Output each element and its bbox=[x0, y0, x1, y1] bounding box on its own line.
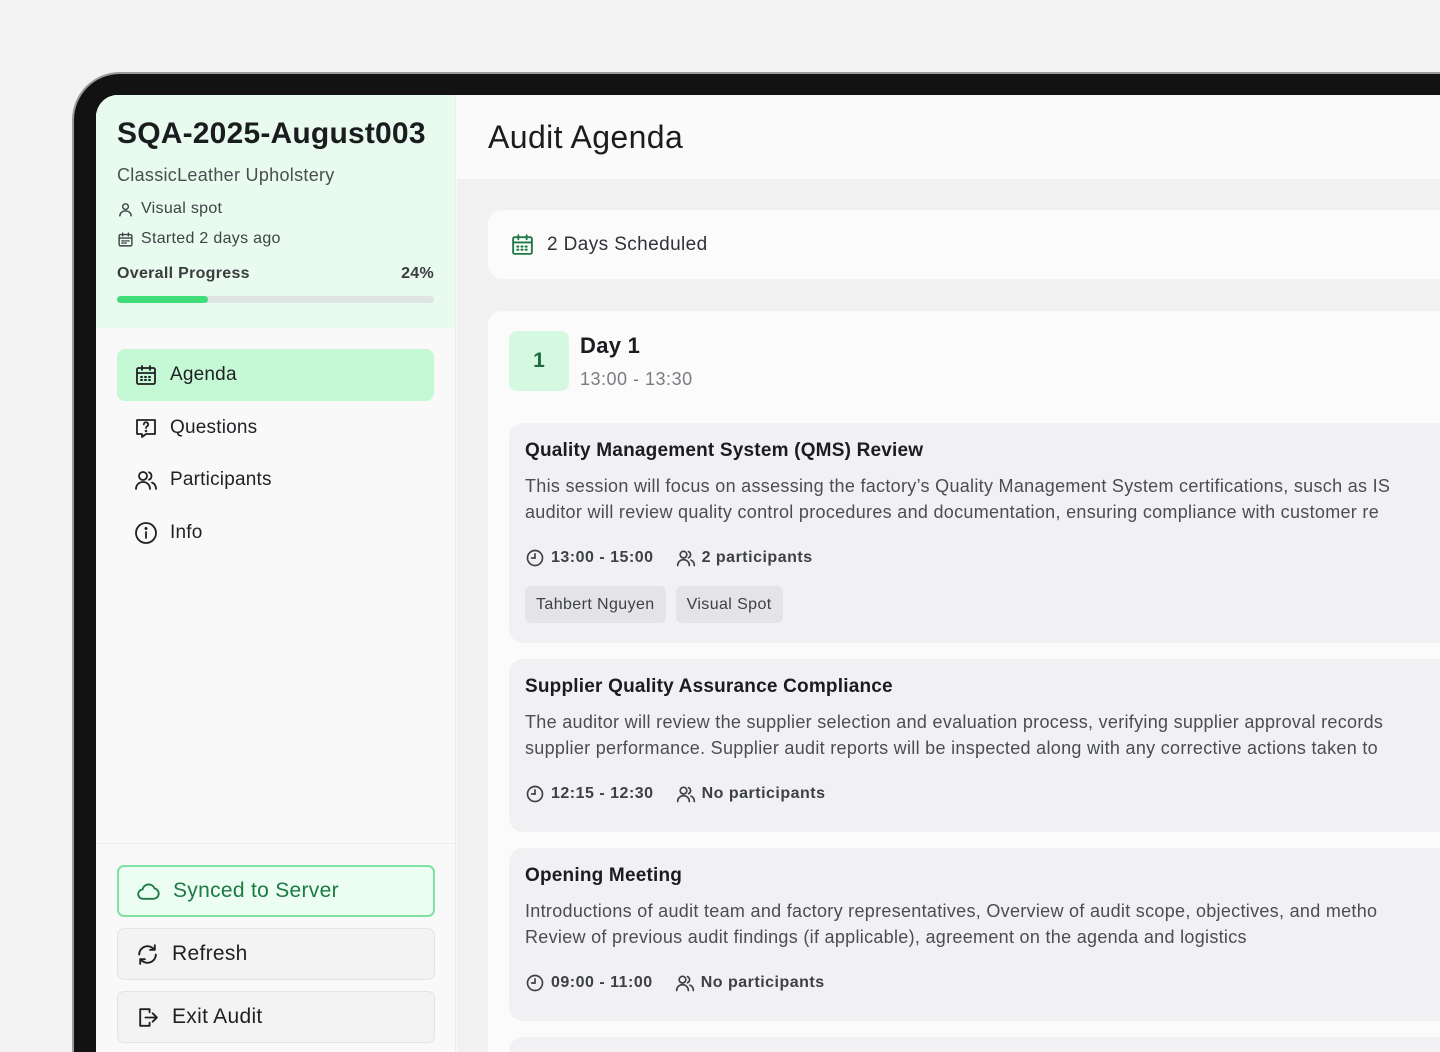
exit-audit-button[interactable]: Exit Audit bbox=[117, 991, 435, 1043]
sidebar-footer: Synced to Server Refresh Exit Audit bbox=[96, 843, 456, 1052]
exit-label: Exit Audit bbox=[172, 1005, 263, 1028]
users-icon bbox=[675, 975, 694, 992]
agenda-session[interactable]: Quality Management System (QMS) Review T… bbox=[509, 423, 1440, 643]
user-icon bbox=[119, 202, 132, 217]
schedule-summary: 2 Days Scheduled bbox=[488, 210, 1440, 279]
clock-icon bbox=[526, 549, 544, 567]
nav-item-agenda[interactable]: Agenda bbox=[117, 349, 434, 401]
session-title: Supplier Quality Assurance Compliance bbox=[525, 676, 893, 697]
page-title: Audit Agenda bbox=[488, 119, 684, 155]
logout-icon bbox=[139, 1007, 158, 1027]
users-icon bbox=[135, 471, 157, 490]
audit-summary: SQA-2025-August003 ClassicLeather Uphols… bbox=[96, 95, 455, 328]
nav-label: Questions bbox=[170, 416, 258, 438]
synced-label: Synced to Server bbox=[173, 879, 339, 902]
day-header: 1 Day 1 13:00 - 13:30 bbox=[509, 331, 693, 391]
session-desc-line: auditor will review quality control proc… bbox=[525, 502, 1380, 522]
participants-count: No participants bbox=[700, 974, 825, 991]
nav-item-questions[interactable]: Questions bbox=[117, 402, 434, 454]
progress-label: Overall Progress bbox=[117, 265, 250, 282]
cloud-icon bbox=[137, 883, 160, 900]
day-number-badge: 1 bbox=[509, 331, 569, 391]
main-content: Audit Agenda 2 Days Scheduled 1 Day 1 13… bbox=[457, 95, 1440, 1052]
progress-fill bbox=[117, 296, 209, 303]
session-desc-line: The auditor will review the supplier sel… bbox=[525, 712, 1384, 732]
users-icon bbox=[676, 550, 695, 567]
sidebar-nav: Agenda Questions Participants Info bbox=[96, 328, 455, 580]
synced-button[interactable]: Synced to Server bbox=[117, 865, 435, 917]
session-time: 12:15 - 12:30 bbox=[525, 784, 654, 804]
audit-type-row: Visual spot bbox=[117, 200, 434, 218]
session-participants: No participants bbox=[675, 973, 825, 993]
progress-bar bbox=[117, 296, 434, 303]
session-time-text: 12:15 - 12:30 bbox=[551, 785, 654, 802]
nav-label: Info bbox=[170, 521, 203, 543]
nav-item-participants[interactable]: Participants bbox=[117, 454, 434, 506]
session-desc-line: This session will focus on assessing the… bbox=[525, 476, 1391, 496]
day-card: 1 Day 1 13:00 - 13:30 Quality Management… bbox=[488, 311, 1440, 1052]
nav-item-info[interactable]: Info bbox=[117, 507, 434, 559]
info-icon bbox=[135, 521, 157, 544]
nav-label: Participants bbox=[170, 469, 272, 490]
agenda-session[interactable]: Supplier Quality Assurance Compliance Th… bbox=[509, 659, 1440, 832]
session-description: The auditor will review the supplier sel… bbox=[525, 709, 1440, 761]
agenda-session[interactable] bbox=[509, 1037, 1440, 1052]
session-title: Opening Meeting bbox=[525, 865, 683, 886]
session-time: 13:00 - 15:00 bbox=[525, 548, 654, 568]
session-desc-line: Review of previous audit findings (if ap… bbox=[525, 927, 1247, 947]
nav-label: Agenda bbox=[170, 364, 237, 385]
participants-count: 2 participants bbox=[701, 549, 813, 566]
audit-type: Visual spot bbox=[141, 200, 223, 217]
calendar-icon bbox=[136, 365, 156, 385]
day-label: Day 1 bbox=[580, 333, 641, 358]
clock-icon bbox=[526, 785, 544, 803]
app-screen: SQA-2025-August003 ClassicLeather Uphols… bbox=[96, 95, 1440, 1052]
refresh-label: Refresh bbox=[172, 942, 248, 965]
progress-row: Overall Progress 24% bbox=[117, 265, 434, 283]
session-description: Introductions of audit team and factory … bbox=[525, 898, 1440, 950]
session-participants: No participants bbox=[676, 784, 826, 804]
users-icon bbox=[676, 786, 695, 803]
calendar-icon bbox=[512, 234, 533, 255]
refresh-icon bbox=[138, 943, 157, 965]
session-meta: 12:15 - 12:30 No participants bbox=[525, 784, 1440, 804]
clock-icon bbox=[526, 974, 544, 992]
company-name: ClassicLeather Upholstery bbox=[117, 165, 335, 185]
started-text: Started 2 days ago bbox=[141, 230, 281, 247]
session-time: 09:00 - 11:00 bbox=[525, 973, 653, 993]
session-meta: 13:00 - 15:00 2 participants bbox=[525, 548, 1440, 568]
session-time-text: 13:00 - 15:00 bbox=[551, 549, 654, 566]
progress-percent: 24% bbox=[401, 265, 434, 282]
participant-tags: Tahbert Nguyen Visual Spot bbox=[525, 586, 1440, 623]
refresh-button[interactable]: Refresh bbox=[117, 928, 435, 980]
audit-id: SQA-2025-August003 bbox=[117, 117, 426, 150]
participant-tag[interactable]: Visual Spot bbox=[675, 586, 783, 623]
session-desc-line: supplier performance. Supplier audit rep… bbox=[525, 738, 1378, 758]
started-row: Started 2 days ago bbox=[117, 230, 434, 248]
day-time: 13:00 - 13:30 bbox=[580, 369, 693, 389]
calendar-icon bbox=[118, 231, 133, 247]
day-text: Day 1 13:00 - 13:30 bbox=[580, 331, 693, 391]
participants-count: No participants bbox=[701, 785, 826, 802]
scheduled-text: 2 Days Scheduled bbox=[547, 233, 708, 255]
session-meta: 09:00 - 11:00 No participants bbox=[525, 973, 1440, 993]
participant-tag[interactable]: Tahbert Nguyen bbox=[525, 586, 666, 623]
question-icon bbox=[136, 418, 156, 438]
main-header: Audit Agenda bbox=[457, 95, 1440, 179]
session-participants: 2 participants bbox=[676, 548, 813, 568]
session-time-text: 09:00 - 11:00 bbox=[551, 974, 653, 991]
sidebar: SQA-2025-August003 ClassicLeather Uphols… bbox=[96, 95, 456, 1052]
agenda-session[interactable]: Opening Meeting Introductions of audit t… bbox=[509, 848, 1440, 1021]
session-desc-line: Introductions of audit team and factory … bbox=[525, 901, 1378, 921]
session-description: This session will focus on assessing the… bbox=[525, 473, 1440, 525]
session-title: Quality Management System (QMS) Review bbox=[525, 440, 924, 461]
